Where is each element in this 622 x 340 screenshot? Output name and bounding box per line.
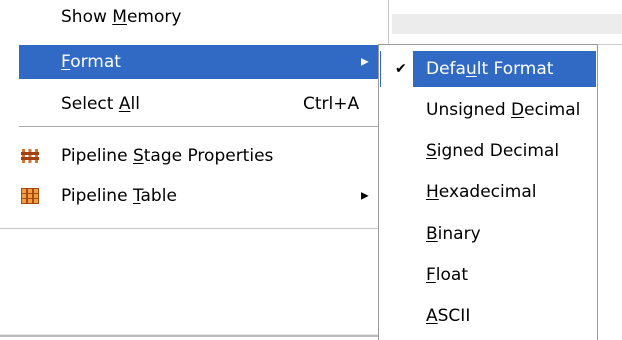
pipeline-table-icon [21, 188, 39, 204]
menu-item-label: Show Memory [61, 7, 182, 27]
submenu-item-signed-decimal[interactable]: Signed Decimal [380, 133, 596, 169]
background-divider [596, 44, 622, 45]
submenu-item-default-format[interactable]: ✔ Default Format [380, 51, 596, 87]
menu-separator [19, 126, 385, 127]
menu-item-label: Format [61, 52, 121, 72]
menu-item-select-all[interactable]: Select All Ctrl+A [19, 87, 385, 121]
menu-item-label: Pipeline Table [61, 186, 177, 206]
menu-item-pipeline-stage-properties[interactable]: Pipeline Stage Properties [19, 139, 385, 173]
context-menu: Show Memory Format ▶ Select All Ctrl+A P… [0, 0, 389, 229]
submenu-item-label: Float [426, 265, 468, 285]
menu-item-format[interactable]: Format ▶ [19, 45, 385, 79]
submenu-item-label: ASCII [426, 306, 471, 326]
background-divider [0, 334, 378, 337]
submenu-item-label: Hexadecimal [426, 182, 537, 202]
submenu-item-hexadecimal[interactable]: Hexadecimal [380, 174, 596, 210]
submenu-item-label: Unsigned Decimal [426, 100, 581, 120]
submenu-item-float[interactable]: Float [380, 257, 596, 293]
submenu-item-label: Default Format [426, 59, 554, 79]
submenu-item-label: Binary [426, 224, 481, 244]
submenu-item-binary[interactable]: Binary [380, 216, 596, 252]
submenu-item-ascii[interactable]: ASCII [380, 298, 596, 334]
menu-item-show-memory[interactable]: Show Memory [19, 0, 385, 34]
shortcut-label: Ctrl+A [303, 94, 360, 114]
background-window-strip [392, 14, 622, 34]
check-column: ✔ [381, 51, 413, 87]
submenu-item-label: Signed Decimal [426, 141, 560, 161]
format-submenu: ✔ Default Format Unsigned Decimal Signed… [378, 44, 598, 340]
pipeline-stage-properties-icon [21, 148, 39, 164]
menu-item-pipeline-table[interactable]: Pipeline Table ▶ [19, 179, 385, 213]
submenu-arrow-icon: ▶ [361, 56, 369, 68]
menu-item-label: Select All [61, 94, 140, 114]
submenu-arrow-icon: ▶ [361, 190, 369, 202]
checkmark-icon: ✔ [395, 61, 407, 77]
menu-item-label: Pipeline Stage Properties [61, 146, 274, 166]
submenu-item-unsigned-decimal[interactable]: Unsigned Decimal [380, 92, 596, 128]
